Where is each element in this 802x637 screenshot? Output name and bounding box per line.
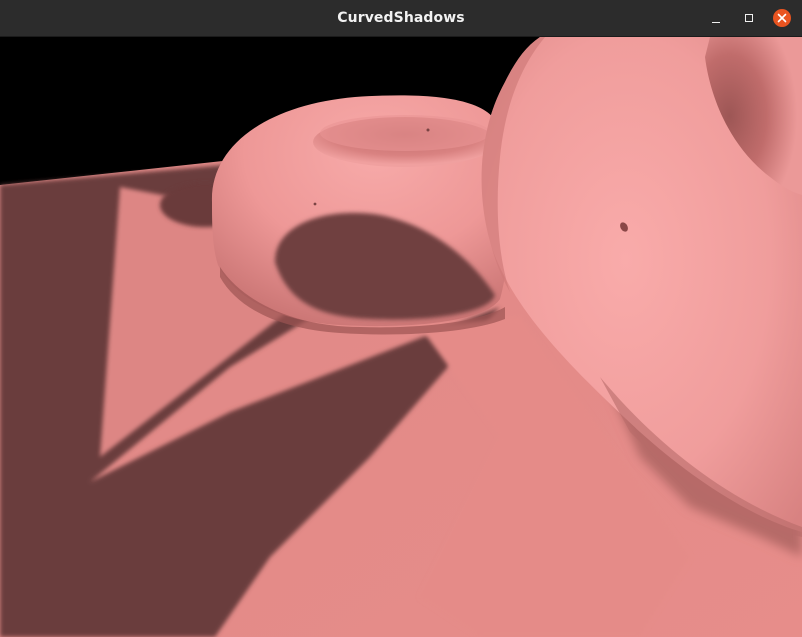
render-viewport[interactable] bbox=[0, 37, 802, 637]
close-icon bbox=[773, 9, 791, 27]
maximize-icon bbox=[745, 14, 753, 22]
window-title: CurvedShadows bbox=[337, 10, 465, 26]
maximize-button[interactable] bbox=[738, 7, 760, 29]
close-button[interactable] bbox=[771, 7, 793, 29]
close-x-glyph bbox=[777, 13, 787, 23]
title-bar[interactable]: CurvedShadows bbox=[0, 0, 802, 37]
small-torus bbox=[211, 95, 508, 335]
app-window: CurvedShadows bbox=[0, 0, 802, 637]
minimize-icon bbox=[712, 22, 720, 23]
minimize-button[interactable] bbox=[705, 7, 727, 29]
scene-canvas bbox=[0, 37, 802, 637]
